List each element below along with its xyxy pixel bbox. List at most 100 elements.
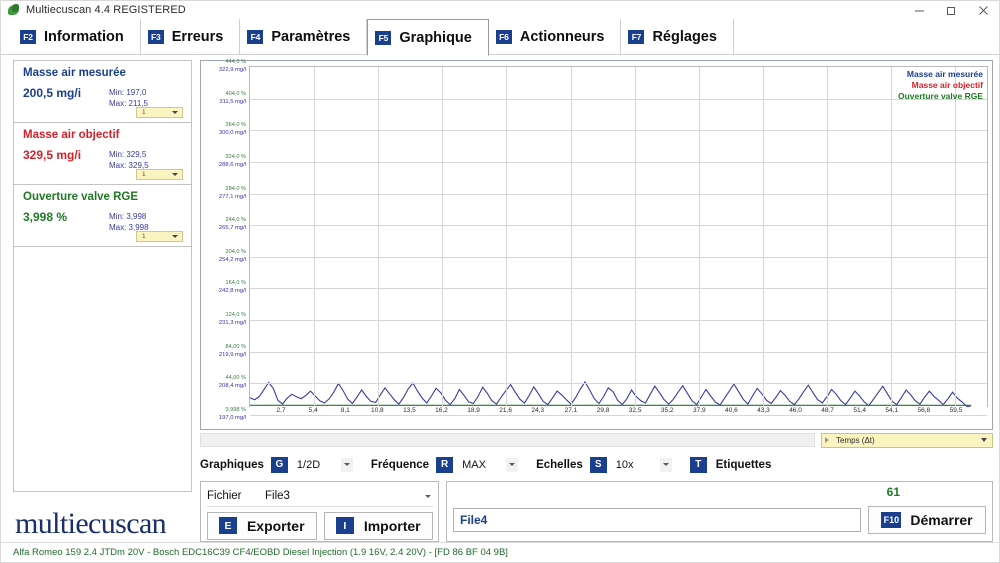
tab-label: Erreurs <box>171 29 224 45</box>
window-controls <box>903 1 999 19</box>
grid-line-vertical <box>699 67 701 408</box>
tab-graphique[interactable]: F5 Graphique <box>367 19 489 56</box>
logo-text: multiecuscan <box>15 507 167 540</box>
bottom-panels: Fichier File3 E Exporter I Importer 61 F… <box>200 480 993 542</box>
demarrer-button[interactable]: F10 Démarrer <box>868 506 986 534</box>
series-line-masse-air-mesuree <box>250 382 971 407</box>
x-tick-label: 13,5 <box>403 407 416 415</box>
grid-line-vertical <box>505 67 507 408</box>
x-tick-label: 27,1 <box>564 407 578 415</box>
y-tick-mgl: 300,0 mg/l <box>218 130 246 137</box>
y-tick-mgl: 197,0 mg/l <box>218 415 246 421</box>
param-selector-value: 1 <box>142 171 146 178</box>
tab-information[interactable]: F2 Information <box>13 19 141 55</box>
param-min: Min: 197,0 <box>109 88 147 97</box>
echelles-dropdown[interactable] <box>659 457 672 472</box>
exporter-label: Exporter <box>246 517 305 534</box>
chevron-down-icon <box>172 173 178 176</box>
run-panel: 61 File4 F10 Démarrer <box>446 480 993 542</box>
grid-line-vertical <box>571 67 573 408</box>
y-tick-mgl: 265,7 mg/l <box>218 225 246 232</box>
x-tick-label: 29,8 <box>596 407 610 415</box>
param-panel-ouverture-valve-rge[interactable]: Ouverture valve RGE 3,998 % Min: 3,998 M… <box>14 185 191 247</box>
y-tick-label: 124,0 % 231,3 mg/l <box>219 311 246 327</box>
etiquettes-label: Etiquettes <box>715 458 772 471</box>
tab-actionneurs[interactable]: F6 Actionneurs <box>489 19 622 55</box>
tab-label: Information <box>44 29 124 45</box>
param-selector[interactable]: 1 <box>136 169 183 180</box>
y-tick-label: 164,0 % 242,8 mg/l <box>219 279 246 295</box>
y-tick-percent: 444,0 % <box>225 59 246 65</box>
frequence-dropdown[interactable] <box>506 457 519 472</box>
param-panel-masse-air-mesuree[interactable]: Masse air mesurée 200,5 mg/i Min: 197,0 … <box>14 61 191 123</box>
chevron-down-icon <box>425 494 431 498</box>
sample-counter: 61 <box>886 484 900 499</box>
etiquettes-key-button[interactable]: T <box>689 456 707 473</box>
close-icon[interactable] <box>967 1 999 19</box>
importer-label: Importer <box>363 517 421 534</box>
grid-line-horizontal <box>250 193 987 195</box>
x-tick-label: 16,2 <box>435 407 448 415</box>
minimize-icon[interactable] <box>903 1 935 19</box>
graphiques-key-button[interactable]: G <box>270 456 288 473</box>
demarrer-key-badge: F10 <box>881 512 902 528</box>
y-tick-percent: 364,0 % <box>225 122 246 129</box>
chevron-down-icon <box>172 111 178 114</box>
grid-line-horizontal <box>250 161 987 163</box>
tab-reglages[interactable]: F7 Réglages <box>621 19 734 55</box>
graphiques-label: Graphiques <box>200 458 264 471</box>
y-tick-percent: 244,0 % <box>225 217 246 224</box>
leaf-icon <box>8 4 20 16</box>
graphiques-dropdown[interactable] <box>340 457 353 472</box>
param-selector-value: 1 <box>142 233 146 240</box>
echelles-value: 10x <box>615 458 634 471</box>
temps-axis-dropdown[interactable]: Temps (Δt) <box>821 432 993 448</box>
maximize-icon[interactable] <box>935 1 967 19</box>
x-tick-label: 56,8 <box>917 407 931 415</box>
fkey-badge: F5 <box>375 30 392 45</box>
param-min: Min: 329,5 <box>109 150 147 159</box>
y-tick-percent: 84,00 % <box>225 343 246 350</box>
x-tick-label: 24,3 <box>531 407 545 415</box>
importer-button[interactable]: I Importer <box>323 511 433 540</box>
content-area: Masse air mesurée 200,5 mg/i Min: 197,0 … <box>1 55 999 542</box>
param-panel-masse-air-objectif[interactable]: Masse air objectif 329,5 mg/i Min: 329,5… <box>14 123 191 185</box>
x-tick-label: 32,5 <box>628 407 642 415</box>
importer-key-badge: I <box>335 517 354 535</box>
x-tick-label: 21,6 <box>499 407 512 415</box>
echelles-label: Echelles <box>536 458 583 471</box>
y-tick-mgl: 208,4 mg/l <box>218 383 246 390</box>
y-tick-label: 244,0 % 265,7 mg/l <box>219 216 246 232</box>
param-title: Ouverture valve RGE <box>23 191 139 203</box>
x-tick-label: 40,6 <box>725 407 738 415</box>
y-tick-mgl: 322,9 mg/l <box>218 67 246 73</box>
fkey-badge: F7 <box>628 30 645 44</box>
x-tick-label: 18,9 <box>467 407 480 415</box>
exporter-button[interactable]: E Exporter <box>207 511 317 540</box>
tab-erreurs[interactable]: F3 Erreurs <box>141 19 241 55</box>
param-selector[interactable]: 1 <box>136 231 183 242</box>
x-tick-label: 10,8 <box>370 407 384 415</box>
brand-logo: multiecuscan <box>13 502 192 546</box>
y-tick-mgl: 231,3 mg/l <box>218 320 246 327</box>
chevron-down-icon <box>981 438 987 443</box>
grid-line-vertical <box>763 67 765 408</box>
echelles-key-button[interactable]: S <box>589 456 607 473</box>
y-tick-percent: 404,0 % <box>225 90 246 97</box>
fichier-dropdown[interactable]: Fichier File3 <box>207 487 433 507</box>
tab-parametres[interactable]: F4 Paramètres <box>240 19 368 55</box>
param-selector[interactable]: 1 <box>136 107 183 118</box>
chart-scrollbar[interactable] <box>200 433 815 448</box>
fkey-badge: F4 <box>247 30 264 44</box>
y-tick-label: 204,0 % 254,2 mg/l <box>219 248 246 264</box>
chart-plot[interactable] <box>249 66 988 416</box>
frequence-key-button[interactable]: R <box>436 456 454 473</box>
filename-input[interactable]: File4 <box>453 508 861 532</box>
temps-label: Temps (Δt) <box>836 435 875 445</box>
x-tick-label: 43,3 <box>757 407 770 415</box>
chevron-right-icon <box>825 437 829 444</box>
fichier-value: File3 <box>265 490 290 503</box>
x-tick-label: 48,7 <box>821 407 834 415</box>
x-tick-label: 59,5 <box>949 407 963 415</box>
param-title: Masse air objectif <box>23 129 120 141</box>
